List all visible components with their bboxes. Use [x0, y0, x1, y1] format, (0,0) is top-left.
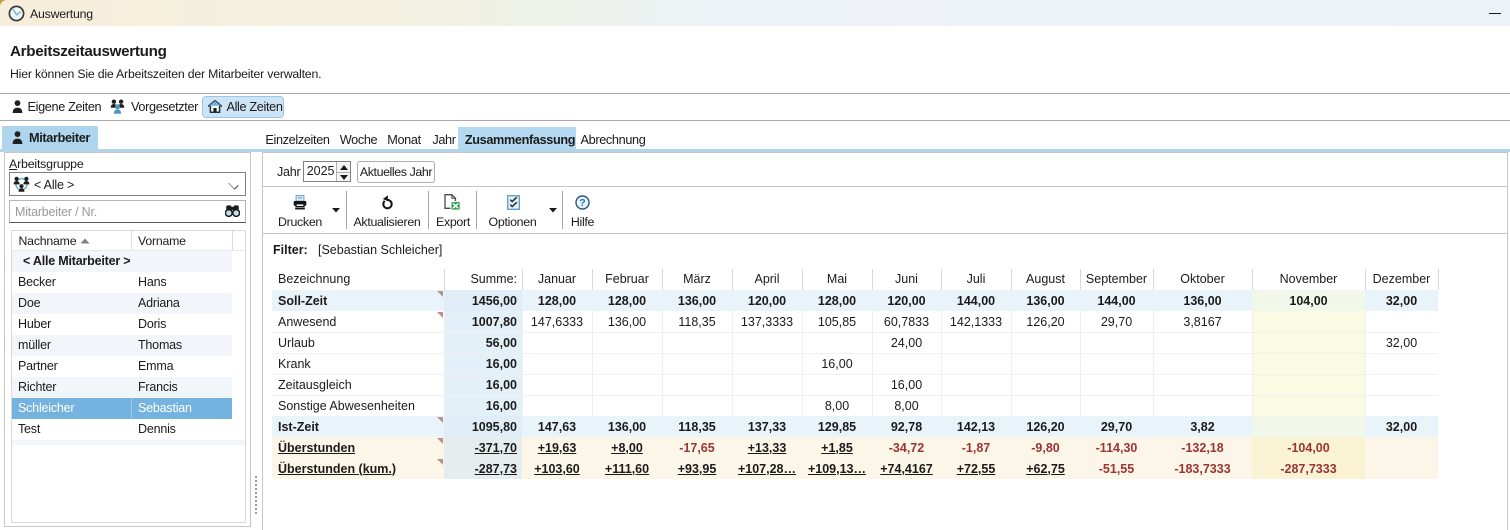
svg-text:?: ?: [579, 197, 585, 209]
